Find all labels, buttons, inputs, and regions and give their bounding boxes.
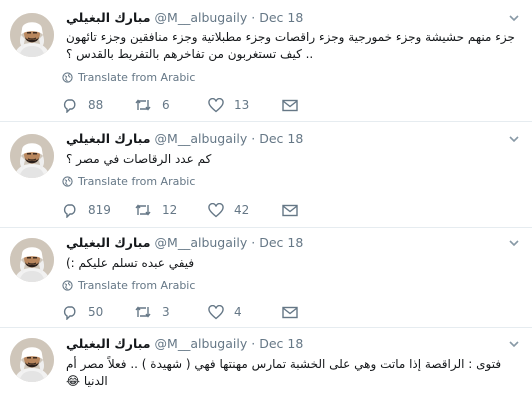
tweet[interactable]: مبارك البغيلي @M__albugaily · Dec 18 جزء… (0, 0, 532, 122)
display-name[interactable]: مبارك البغيلي (66, 10, 151, 26)
like-count: 4 (234, 305, 242, 319)
retweet-icon (135, 99, 151, 111)
display-name[interactable]: مبارك البغيلي (66, 336, 151, 352)
display-name[interactable]: مبارك البغيلي (66, 131, 151, 147)
tweet-text: جزء منهم حشيشة وجزء خمورجية وجزء راقصات … (66, 30, 515, 61)
separator-dot: · (251, 10, 256, 25)
tweet[interactable]: مبارك البغيلي @M__albugaily · Dec 18 كم … (0, 122, 532, 228)
envelope-icon (282, 306, 298, 318)
retweet-count: 6 (162, 98, 170, 112)
tweet-header: مبارك البغيلي @M__albugaily · Dec 18 (66, 336, 303, 352)
tweet[interactable]: مبارك البغيلي @M__albugaily · Dec 18 فيف… (0, 228, 532, 328)
tweet-header: مبارك البغيلي @M__albugaily · Dec 18 (66, 10, 303, 26)
retweet-button[interactable]: 3 (134, 303, 170, 321)
retweet-count: 12 (162, 203, 178, 217)
separator-dot: · (251, 235, 256, 250)
tweet-date[interactable]: Dec 18 (259, 336, 303, 352)
user-handle[interactable]: @M__albugaily (155, 235, 248, 251)
tweet-text: فيفي عبده تسلم عليكم :) (66, 256, 195, 270)
tweet-actions: 50 3 4 (62, 303, 312, 321)
translate-label[interactable]: Translate from Arabic (78, 175, 195, 188)
like-button[interactable]: 13 (208, 96, 249, 114)
direct-message-button[interactable] (282, 96, 308, 114)
user-handle[interactable]: @M__albugaily (155, 10, 248, 26)
globe-icon (62, 280, 73, 291)
envelope-icon (282, 204, 298, 216)
display-name[interactable]: مبارك البغيلي (66, 235, 151, 251)
globe-icon (62, 176, 73, 187)
translate-link[interactable]: Translate from Arabic (62, 71, 195, 84)
chevron-down-icon[interactable] (508, 12, 520, 24)
tweet-actions: 819 12 42 (62, 201, 312, 219)
user-handle[interactable]: @M__albugaily (155, 336, 248, 352)
tweet-text: فتوى : الراقصة إذا ماتت وهي على الخشبة ت… (66, 357, 502, 388)
retweet-button[interactable]: 12 (134, 201, 177, 219)
reply-count: 88 (88, 98, 104, 112)
retweet-count: 3 (162, 305, 170, 319)
tweet-text: كم عدد الرقاصات في مصر ؟ (66, 152, 212, 166)
avatar[interactable] (10, 13, 54, 57)
like-button[interactable]: 42 (208, 201, 249, 219)
reply-button[interactable]: 88 (62, 96, 103, 114)
chevron-down-icon[interactable] (508, 338, 520, 350)
tweet-date[interactable]: Dec 18 (259, 131, 303, 147)
tweet-date[interactable]: Dec 18 (259, 235, 303, 251)
reply-icon (63, 98, 76, 113)
tweet-header: مبارك البغيلي @M__albugaily · Dec 18 (66, 131, 303, 147)
translate-link[interactable]: Translate from Arabic (62, 279, 195, 292)
tweet-actions: 88 6 13 (62, 96, 312, 114)
separator-dot: · (251, 336, 256, 351)
reply-count: 819 (88, 203, 111, 217)
reply-count: 50 (88, 305, 104, 319)
heart-icon (208, 304, 224, 319)
user-handle[interactable]: @M__albugaily (155, 131, 248, 147)
translate-link[interactable]: Translate from Arabic (62, 175, 195, 188)
tweet-header: مبارك البغيلي @M__albugaily · Dec 18 (66, 235, 303, 251)
reply-button[interactable]: 819 (62, 201, 111, 219)
separator-dot: · (251, 131, 256, 146)
direct-message-button[interactable] (282, 201, 308, 219)
reply-icon (63, 203, 76, 218)
chevron-down-icon[interactable] (508, 237, 520, 249)
retweet-button[interactable]: 6 (134, 96, 170, 114)
translate-label[interactable]: Translate from Arabic (78, 279, 195, 292)
tweet-date[interactable]: Dec 18 (259, 10, 303, 26)
envelope-icon (282, 99, 298, 111)
chevron-down-icon[interactable] (508, 133, 520, 145)
like-count: 42 (234, 203, 250, 217)
tweet[interactable]: مبارك البغيلي @M__albugaily · Dec 18 فتو… (0, 328, 532, 400)
reply-icon (63, 305, 76, 320)
reply-button[interactable]: 50 (62, 303, 103, 321)
heart-icon (208, 202, 224, 217)
like-count: 13 (234, 98, 250, 112)
avatar[interactable] (10, 338, 54, 382)
retweet-icon (135, 306, 151, 318)
avatar[interactable] (10, 238, 54, 282)
direct-message-button[interactable] (282, 303, 308, 321)
translate-label[interactable]: Translate from Arabic (78, 71, 195, 84)
heart-icon (208, 97, 224, 112)
globe-icon (62, 72, 73, 83)
avatar[interactable] (10, 134, 54, 178)
retweet-icon (135, 204, 151, 216)
like-button[interactable]: 4 (208, 303, 242, 321)
